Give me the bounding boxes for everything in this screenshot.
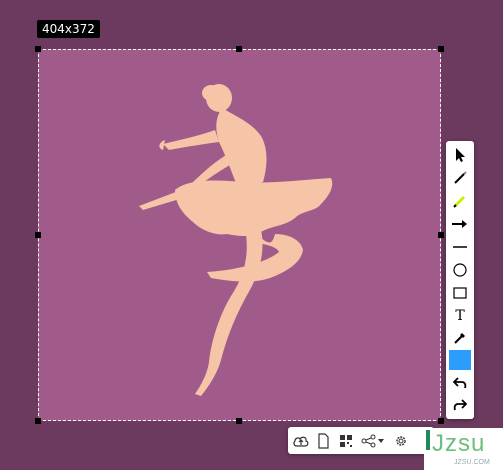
qr-code-icon [340, 434, 352, 447]
ballerina-silhouette-image [139, 84, 333, 396]
qr-code-button[interactable] [335, 430, 357, 451]
pen-icon [454, 171, 467, 184]
highlighter-tool-button[interactable] [448, 190, 472, 212]
text-icon: T [455, 308, 465, 324]
line-icon [453, 246, 467, 248]
chevron-down-icon [378, 438, 384, 443]
redo-icon [453, 399, 468, 411]
document-icon [318, 432, 329, 449]
settings-button[interactable] [390, 430, 412, 451]
drawing-toolbar: T [446, 141, 474, 419]
resize-handle-left[interactable] [35, 232, 41, 238]
capture-selection[interactable] [38, 49, 441, 421]
current-color-swatch[interactable] [449, 350, 471, 370]
eyedropper-icon [454, 333, 465, 344]
resize-handle-top-right[interactable] [438, 46, 444, 52]
text-tool-button[interactable]: T [448, 305, 472, 327]
redo-button[interactable] [448, 394, 472, 416]
undo-button[interactable] [448, 372, 472, 394]
select-tool-button[interactable] [448, 144, 472, 166]
rectangle-tool-button[interactable] [448, 282, 472, 304]
circle-icon [453, 263, 467, 277]
pen-tool-button[interactable] [448, 167, 472, 189]
line-tool-button[interactable] [448, 236, 472, 258]
action-toolbar [288, 427, 434, 454]
cloud-upload-icon [293, 436, 309, 447]
site-watermark: Jzsu JZSU.COM [424, 428, 503, 470]
resize-handle-bottom[interactable] [236, 418, 242, 424]
resize-handle-top-left[interactable] [35, 46, 41, 52]
resize-handle-right[interactable] [438, 232, 444, 238]
cursor-arrow-icon [456, 148, 465, 162]
arrow-tool-button[interactable] [448, 213, 472, 235]
share-button[interactable] [358, 430, 388, 451]
undo-icon [452, 377, 467, 389]
upload-button[interactable] [290, 430, 312, 451]
copy-button[interactable] [312, 430, 334, 451]
color-picker-tool-button[interactable] [448, 327, 472, 349]
share-icon [361, 434, 376, 447]
arrow-right-icon [452, 220, 467, 228]
resize-handle-bottom-left[interactable] [35, 418, 41, 424]
selection-size-label: 404x372 [37, 20, 100, 38]
highlighter-icon [453, 195, 466, 208]
ellipse-tool-button[interactable] [448, 259, 472, 281]
gear-icon [396, 435, 406, 446]
resize-handle-bottom-right[interactable] [438, 418, 444, 424]
resize-handle-top[interactable] [236, 46, 242, 52]
watermark-text: Jzsu [432, 430, 486, 457]
rectangle-icon [453, 287, 467, 299]
watermark-subtext: JZSU.COM [454, 459, 490, 466]
